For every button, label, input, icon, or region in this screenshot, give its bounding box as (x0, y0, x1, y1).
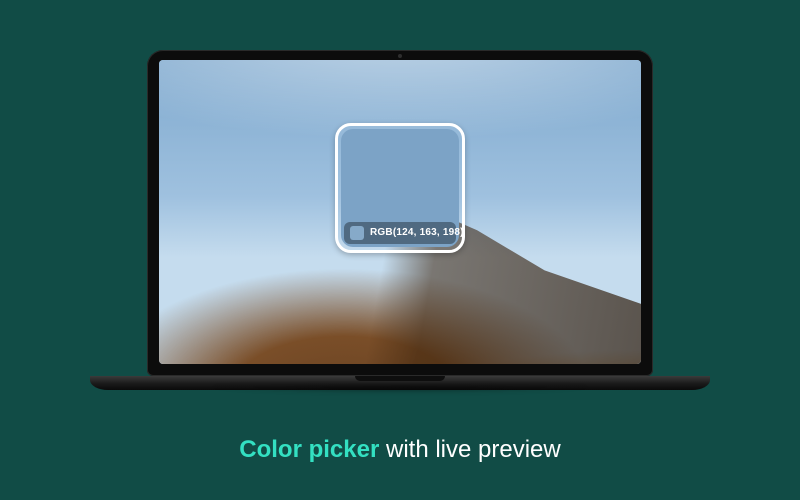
caption-rest: with live preview (379, 436, 560, 463)
color-picker-overlay[interactable]: RGB(124, 163, 198) (335, 123, 465, 253)
color-picker-readout: RGB(124, 163, 198) (344, 222, 456, 244)
camera-dot (398, 54, 402, 58)
marketing-caption: Color picker with live preview (239, 436, 560, 464)
laptop-base (90, 376, 710, 390)
color-swatch (350, 226, 364, 240)
laptop-lid: RGB(124, 163, 198) (147, 50, 653, 376)
desktop-screen: RGB(124, 163, 198) (159, 60, 641, 364)
laptop-mockup: RGB(124, 163, 198) (147, 50, 653, 390)
caption-accent: Color picker (239, 436, 379, 463)
color-value-label: RGB(124, 163, 198) (370, 227, 464, 238)
